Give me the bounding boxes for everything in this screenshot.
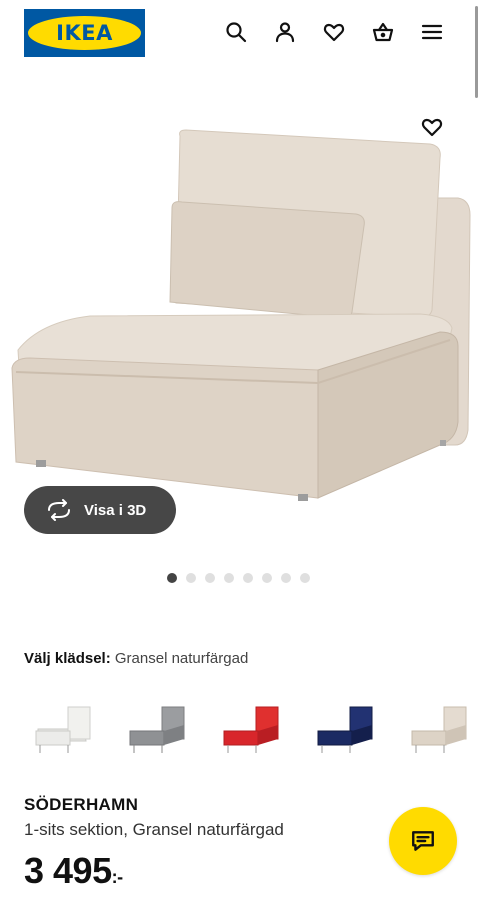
rotate-3d-icon xyxy=(48,499,70,521)
chat-icon xyxy=(412,831,434,851)
fabric-label: Välj klädsel: xyxy=(24,650,111,667)
cart-icon[interactable] xyxy=(367,16,399,48)
carousel-dot[interactable] xyxy=(224,573,234,583)
product-description: 1-sits sektion, Gransel naturfärgad xyxy=(24,820,284,839)
favorite-heart-icon[interactable] xyxy=(417,112,447,142)
price-suffix: :- xyxy=(111,867,124,887)
swatch-red[interactable] xyxy=(212,695,288,759)
carousel-dot[interactable] xyxy=(205,573,215,583)
view-in-3d-label: Visa i 3D xyxy=(84,501,147,519)
fabric-selector-label: Välj klädsel: Gransel naturfärgad xyxy=(24,650,248,667)
scrollbar[interactable] xyxy=(475,6,478,98)
heart-icon[interactable] xyxy=(318,16,350,48)
header: IKEA xyxy=(0,0,481,64)
swatch-natural[interactable] xyxy=(400,695,476,759)
price-amount: 3 495 xyxy=(24,850,112,891)
product-price: 3 495:- xyxy=(24,850,123,892)
ikea-logo[interactable]: IKEA xyxy=(24,9,145,57)
view-in-3d-button[interactable]: Visa i 3D xyxy=(24,486,176,534)
fabric-value: Gransel naturfärgad xyxy=(114,650,249,667)
carousel-dot[interactable] xyxy=(186,573,196,583)
carousel-dot[interactable] xyxy=(300,573,310,583)
carousel-dot-active[interactable] xyxy=(167,573,177,583)
swatch-grey[interactable] xyxy=(118,695,194,759)
carousel-dot[interactable] xyxy=(243,573,253,583)
search-icon[interactable] xyxy=(220,16,252,48)
carousel-dot[interactable] xyxy=(262,573,272,583)
fabric-swatches xyxy=(24,695,481,765)
swatch-dark-blue[interactable] xyxy=(306,695,382,759)
logo-text: IKEA xyxy=(56,21,113,45)
menu-icon[interactable] xyxy=(416,16,448,48)
carousel-dot[interactable] xyxy=(281,573,291,583)
user-icon[interactable] xyxy=(269,16,301,48)
chat-button[interactable] xyxy=(389,807,457,875)
product-name: SÖDERHAMN xyxy=(24,795,139,814)
carousel-dots xyxy=(167,573,310,583)
swatch-white[interactable] xyxy=(24,695,100,759)
